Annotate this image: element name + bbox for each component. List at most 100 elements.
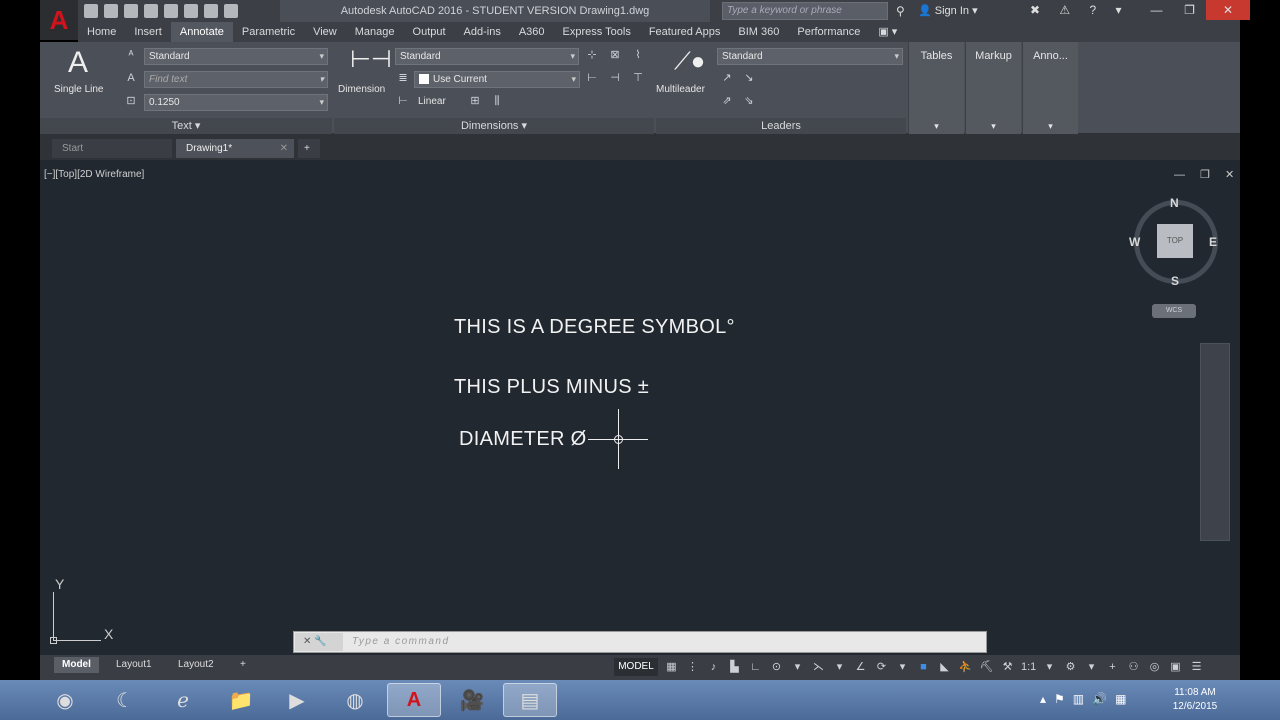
tab-bim-360[interactable]: BIM 360 — [729, 22, 788, 42]
units-icon[interactable]: ⚇ — [1126, 660, 1141, 674]
close-button[interactable]: ✕ — [1206, 0, 1250, 20]
chrome-icon[interactable]: ◍ — [328, 683, 382, 717]
restore-button[interactable]: ❐ — [1173, 0, 1206, 20]
windows-start-icon[interactable]: ◉ — [40, 683, 90, 717]
compass-south[interactable]: S — [1171, 274, 1179, 288]
drawing-text-diameter[interactable]: DIAMETER Ø — [459, 428, 586, 451]
viewport-controls-label[interactable]: [−][Top][2D Wireframe] — [44, 169, 144, 180]
text-panel-label[interactable]: Text ▾ — [40, 118, 332, 134]
compass-west[interactable]: W — [1129, 235, 1140, 249]
dim-tool-icon-4[interactable]: ⊢ — [585, 71, 599, 85]
remove-leader-icon[interactable]: ↘ — [742, 71, 756, 85]
markup-panel[interactable]: Markup ▾ — [965, 42, 1021, 134]
taskbar-app-1-icon[interactable]: ☾ — [98, 683, 152, 717]
dynamic-input-icon[interactable]: ▙ — [727, 660, 742, 674]
layout-tab-layout2[interactable]: Layout2 — [170, 657, 222, 673]
tab-add-ins[interactable]: Add-ins — [455, 22, 510, 42]
minimize-button[interactable]: — — [1140, 0, 1173, 20]
qat-dropdown-icon[interactable] — [224, 4, 238, 18]
linear-dropdown[interactable]: Linear — [418, 96, 446, 107]
polar-icon[interactable]: ⊙ — [769, 660, 784, 674]
infer-icon[interactable]: ♪ — [706, 660, 721, 674]
network-icon[interactable]: ▥ — [1073, 692, 1084, 706]
tab-manage[interactable]: Manage — [346, 22, 404, 42]
dim-tool-icon-2[interactable]: ⊠ — [608, 48, 622, 62]
binoculars-icon[interactable]: ⚲ — [896, 4, 905, 18]
tab-start[interactable]: Start — [52, 139, 172, 158]
tray-expand-icon[interactable]: ▴ — [1040, 692, 1046, 706]
command-line-close-icon[interactable]: ✕ 🔧 — [295, 633, 343, 651]
dim-tool-icon-3[interactable]: ⌇ — [631, 48, 645, 62]
text-height-dropdown[interactable]: 0.1250 — [144, 94, 328, 111]
notes-app-icon[interactable]: ▤ — [503, 683, 557, 717]
open-icon[interactable] — [104, 4, 118, 18]
single-line-label[interactable]: Single Line — [54, 84, 103, 95]
transparency-icon[interactable]: ⟳ — [874, 660, 889, 674]
tab-view[interactable]: View — [304, 22, 346, 42]
dim-tool-icon-8[interactable]: ⫼ — [490, 94, 504, 108]
undo-icon[interactable] — [184, 4, 198, 18]
media-player-icon[interactable]: ▶ — [270, 683, 324, 717]
action-center-icon[interactable]: ▦ — [1115, 692, 1126, 706]
annotation-scale-icon[interactable]: ⚒ — [1000, 660, 1015, 674]
dimension-label[interactable]: Dimension — [338, 84, 385, 95]
viewport-window-controls[interactable]: — ❐ ✕ — [1174, 168, 1240, 181]
dim-tool-icon-7[interactable]: ⊞ — [468, 94, 482, 108]
tab-output[interactable]: Output — [404, 22, 455, 42]
auto-scale-icon[interactable]: ⛏ — [979, 660, 994, 674]
dim-tool-icon-1[interactable]: ⊹ — [585, 48, 599, 62]
multileader-tool-icon[interactable]: ⟋● — [674, 50, 705, 74]
multileader-label[interactable]: Multileader — [656, 84, 705, 95]
plot-icon[interactable] — [164, 4, 178, 18]
text-style-dropdown[interactable]: Standard — [144, 48, 328, 65]
selection-cycling-icon[interactable]: ▾ — [895, 660, 910, 674]
new-icon[interactable] — [84, 4, 98, 18]
tab-parametric[interactable]: Parametric — [233, 22, 304, 42]
collect-leader-icon[interactable]: ⇘ — [742, 94, 756, 108]
tables-panel[interactable]: Tables ▾ — [908, 42, 964, 134]
video-recorder-icon[interactable]: 🎥 — [445, 683, 499, 717]
dim-tool-icon-5[interactable]: ⊣ — [608, 71, 622, 85]
object-snap-icon[interactable]: ▾ — [832, 660, 847, 674]
ortho-icon[interactable]: ∟ — [748, 660, 763, 674]
drawing-text-plus-minus[interactable]: THIS PLUS MINUS ± — [454, 376, 649, 399]
application-menu-button[interactable]: A — [40, 0, 78, 40]
file-explorer-icon[interactable]: 📁 — [214, 683, 268, 717]
flag-icon[interactable]: ⚑ — [1054, 692, 1065, 706]
multileader-style-dropdown[interactable]: Standard — [717, 48, 903, 65]
text-tool-icon[interactable]: A — [68, 48, 88, 78]
dim-tool-icon-6[interactable]: ⊤ — [631, 71, 645, 85]
customize-menu-icon[interactable]: ☰ — [1189, 660, 1204, 674]
annotation-monitor-icon[interactable]: ◣ — [937, 660, 952, 674]
align-leader-icon[interactable]: ⇗ — [720, 94, 734, 108]
lineweight-icon[interactable]: ∠ — [853, 660, 868, 674]
autocad-taskbar-icon[interactable]: A — [387, 683, 441, 717]
find-text-input[interactable]: Find text — [144, 71, 328, 88]
save-icon[interactable] — [124, 4, 138, 18]
layout-tab-layout1[interactable]: Layout1 — [108, 657, 160, 673]
dimension-tool-icon[interactable]: ⊢⊣ — [350, 48, 392, 72]
compass-east[interactable]: E — [1209, 235, 1217, 249]
object-snap-tracking-icon[interactable]: ⋋ — [811, 660, 826, 674]
leaders-panel-label[interactable]: Leaders — [656, 118, 906, 134]
new-tab-button[interactable]: + — [298, 139, 320, 158]
compass-north[interactable]: N — [1170, 196, 1179, 210]
taskbar-clock[interactable]: 11:08 AM 12/6/2015 — [1160, 686, 1230, 714]
close-tab-icon[interactable]: ✕ — [280, 139, 288, 158]
tab-annotate[interactable]: Annotate — [170, 22, 233, 42]
drawing-viewport[interactable] — [40, 160, 1240, 655]
wcs-menu[interactable]: WCS — [1152, 304, 1196, 318]
tab-insert[interactable]: Insert — [125, 22, 171, 42]
dimension-style-dropdown[interactable]: Standard — [395, 48, 579, 65]
new-layout-button[interactable]: + — [232, 657, 254, 673]
isodraft-icon[interactable]: ▾ — [790, 660, 805, 674]
annotation-visibility-icon[interactable]: ⛹ — [958, 660, 973, 674]
annotation-scale-value[interactable]: 1:1 — [1021, 660, 1036, 674]
command-input[interactable]: Type a command — [346, 633, 976, 651]
scale-dropdown-icon[interactable]: ▾ — [1042, 660, 1057, 674]
clean-screen-icon[interactable]: ▣ — [1168, 660, 1183, 674]
3d-osnap-icon[interactable]: ■ — [916, 660, 931, 674]
tab-performance[interactable]: Performance — [788, 22, 869, 42]
dimensions-panel-label[interactable]: Dimensions ▾ — [334, 118, 654, 134]
add-leader-icon[interactable]: ↗ — [720, 71, 734, 85]
